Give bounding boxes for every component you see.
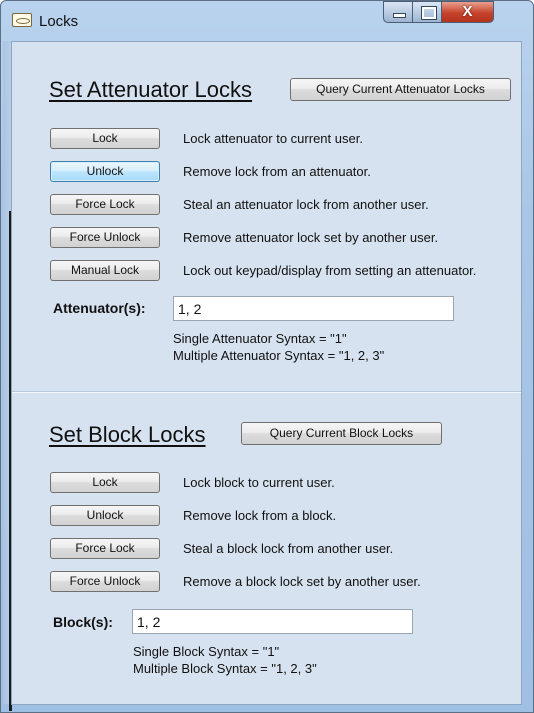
block-section-title: Set Block Locks (49, 422, 206, 447)
locks-window: Locks X Set Attenuator Locks Query Curre… (0, 0, 534, 713)
block-lock-button[interactable]: Lock (50, 472, 160, 493)
block-multiple-syntax-hint: Multiple Block Syntax = "1, 2, 3" (133, 661, 317, 676)
app-icon (12, 13, 32, 27)
block-field-label: Block(s): (53, 614, 113, 630)
block-unlock-button[interactable]: Unlock (50, 505, 160, 526)
minimize-button[interactable] (383, 1, 413, 23)
close-button[interactable]: X (441, 1, 494, 23)
attenuator-lock-description: Lock attenuator to current user. (183, 131, 363, 146)
close-icon: X (462, 3, 473, 20)
attenuator-unlock-description: Remove lock from an attenuator. (183, 164, 371, 179)
attenuator-section-title: Set Attenuator Locks (49, 77, 253, 102)
block-force-lock-button[interactable]: Force Lock (50, 538, 160, 559)
block-force-unlock-description: Remove a block lock set by another user. (183, 574, 421, 589)
attenuator-multiple-syntax-hint: Multiple Attenuator Syntax = "1, 2, 3" (173, 348, 385, 363)
block-input[interactable] (132, 609, 413, 634)
attenuator-single-syntax-hint: Single Attenuator Syntax = "1" (173, 331, 347, 346)
attenuator-force-unlock-description: Remove attenuator lock set by another us… (183, 230, 439, 245)
attenuator-manual-lock-button[interactable]: Manual Lock (50, 260, 160, 281)
attenuator-force-lock-button[interactable]: Force Lock (50, 194, 160, 215)
block-lock-description: Lock block to current user. (183, 475, 335, 490)
attenuator-unlock-button[interactable]: Unlock (50, 161, 160, 182)
attenuator-lock-button[interactable]: Lock (50, 128, 160, 149)
window-title: Locks (39, 13, 79, 30)
block-single-syntax-hint: Single Block Syntax = "1" (133, 644, 280, 659)
block-force-unlock-button[interactable]: Force Unlock (50, 571, 160, 592)
block-unlock-description: Remove lock from a block. (183, 508, 337, 523)
section-divider (12, 391, 521, 393)
maximize-icon (421, 6, 437, 20)
block-force-lock-description: Steal a block lock from another user. (183, 541, 394, 556)
client-area: Set Attenuator Locks Query Current Atten… (11, 41, 522, 705)
attenuator-field-label: Attenuator(s): (53, 300, 146, 316)
attenuator-manual-lock-description: Lock out keypad/display from setting an … (183, 263, 477, 278)
maximize-button[interactable] (412, 1, 442, 23)
attenuator-input[interactable] (173, 296, 454, 321)
attenuator-force-lock-description: Steal an attenuator lock from another us… (183, 197, 429, 212)
attenuator-force-unlock-button[interactable]: Force Unlock (50, 227, 160, 248)
minimize-icon (393, 13, 406, 18)
window-left-edge (3, 41, 12, 711)
query-attenuator-locks-button[interactable]: Query Current Attenuator Locks (290, 78, 511, 101)
query-block-locks-button[interactable]: Query Current Block Locks (241, 422, 442, 445)
title-bar[interactable]: Locks X (1, 1, 533, 41)
